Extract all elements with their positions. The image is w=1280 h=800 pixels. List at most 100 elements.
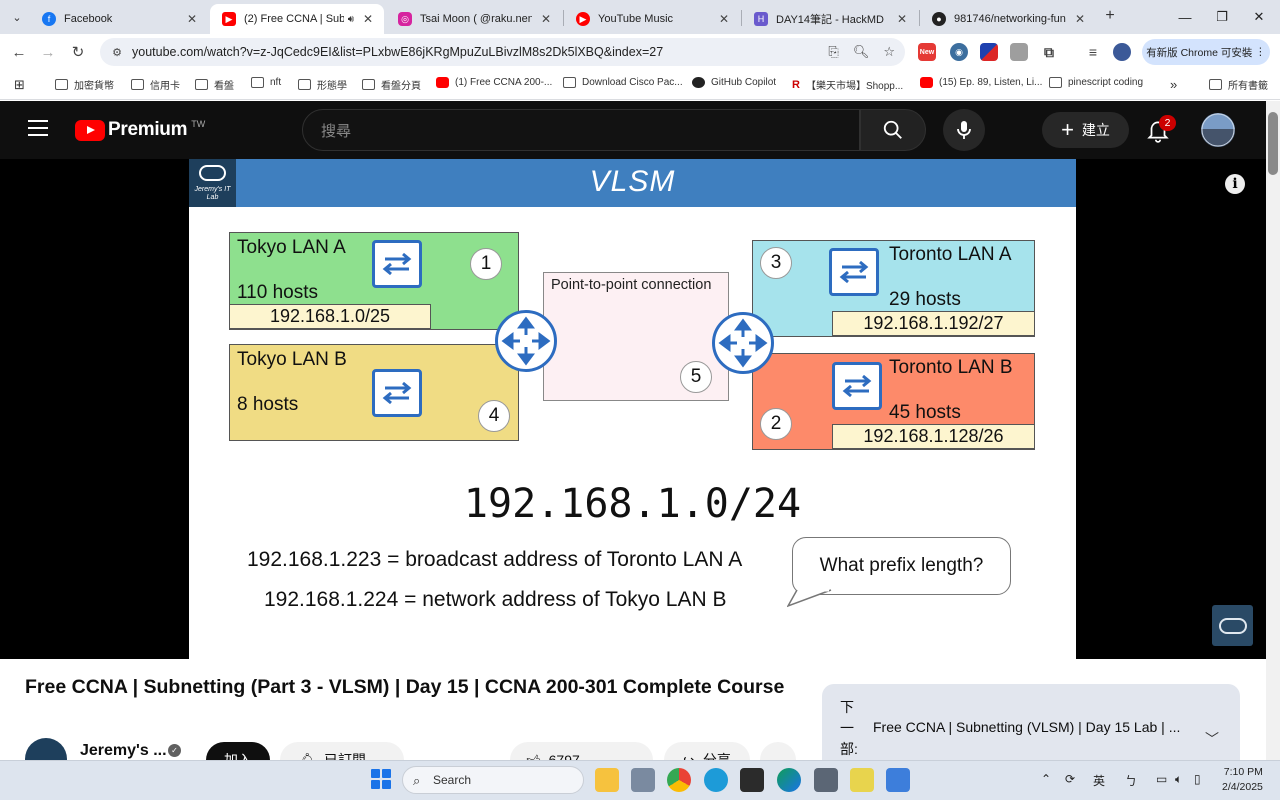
all-bookmarks-button[interactable]: 所有書籤 bbox=[1209, 77, 1268, 92]
youtube-header: Premium TW 搜尋 + 建立 2 bbox=[0, 101, 1266, 159]
tab-search-button[interactable]: ⌄ bbox=[6, 6, 28, 28]
scrollbar-thumb[interactable] bbox=[1268, 112, 1278, 175]
hamburger-menu-icon[interactable] bbox=[28, 120, 48, 136]
close-window-button[interactable]: ✕ bbox=[1240, 0, 1278, 34]
site-info-icon[interactable]: ⚙ bbox=[108, 43, 126, 61]
new-extension-icon[interactable]: New bbox=[918, 43, 936, 61]
bookmark-item[interactable]: 看盤 bbox=[195, 77, 234, 92]
search-button[interactable] bbox=[860, 109, 926, 151]
info-icon[interactable]: i bbox=[1225, 174, 1245, 194]
tab-youtube-music[interactable]: ▶ YouTube Music ✕ bbox=[564, 4, 740, 34]
network-address-line: 192.168.1.224 = network address of Tokyo… bbox=[264, 588, 727, 611]
chevron-down-icon[interactable]: ﹀ bbox=[1205, 729, 1219, 749]
bookmark-item[interactable]: nft bbox=[251, 77, 281, 88]
point-to-point-label: Point-to-point connection bbox=[551, 277, 712, 293]
edge-icon[interactable] bbox=[777, 768, 801, 792]
install-app-icon[interactable]: ⎘ bbox=[828, 44, 838, 60]
bookmark-item[interactable]: 信用卡 bbox=[131, 77, 180, 92]
chrome-icon[interactable] bbox=[667, 768, 691, 792]
page-scrollbar[interactable] bbox=[1266, 101, 1280, 760]
tab-facebook[interactable]: f Facebook ✕ bbox=[30, 4, 208, 34]
minimize-button[interactable]: — bbox=[1166, 0, 1204, 34]
volume-icon[interactable]: 🔈︎ bbox=[1175, 772, 1182, 787]
network-icon[interactable]: ▭ bbox=[1156, 772, 1167, 786]
next-video-title[interactable]: Free CCNA | Subnetting (VLSM) | Day 15 L… bbox=[873, 719, 1180, 735]
bookmark-item[interactable]: (1) Free CCNA 200-... bbox=[436, 77, 552, 88]
bookmark-item[interactable]: 加密貨幣 bbox=[55, 77, 114, 92]
bookmark-item[interactable]: pinescript coding bbox=[1049, 77, 1143, 88]
bookmark-item[interactable]: 看盤分頁 bbox=[362, 77, 421, 92]
router-icon bbox=[712, 312, 774, 374]
bookmark-item[interactable]: R 【樂天市場】Shopp... bbox=[792, 77, 903, 92]
media-control-icon[interactable]: ≡ bbox=[1084, 43, 1102, 61]
tab-instagram[interactable]: ◎ Tsai Moon ( @raku.nene ) ✕ bbox=[386, 4, 562, 34]
close-icon[interactable]: ✕ bbox=[1072, 12, 1088, 26]
sticky-notes-icon[interactable] bbox=[850, 768, 874, 792]
extension-icon[interactable]: ◉ bbox=[950, 43, 968, 61]
voice-search-button[interactable] bbox=[943, 109, 985, 151]
address-bar[interactable]: ⚙ youtube.com/watch?v=z-JqCedc9EI&list=P… bbox=[100, 38, 905, 66]
youtube-icon bbox=[920, 77, 933, 88]
search-label: Search bbox=[433, 773, 472, 787]
toronto-lan-b-hosts: 45 hosts bbox=[889, 402, 961, 423]
image-extension-icon[interactable] bbox=[1010, 43, 1028, 61]
folder-icon bbox=[1049, 77, 1062, 88]
tokyo-lan-a-name: Tokyo LAN A bbox=[237, 237, 346, 258]
flag-extension-icon[interactable] bbox=[980, 43, 998, 61]
close-icon[interactable]: ✕ bbox=[716, 12, 732, 26]
bookmark-item[interactable]: 形態學 bbox=[298, 77, 347, 92]
channel-watermark[interactable] bbox=[1212, 605, 1253, 646]
ime-mode[interactable]: 英 bbox=[1093, 772, 1105, 789]
chevron-up-icon[interactable]: ⌃ bbox=[1041, 772, 1051, 786]
clock-time: 7:10 PM bbox=[1223, 766, 1263, 778]
terminal-icon[interactable] bbox=[740, 768, 764, 792]
toronto-lan-a-hosts: 29 hosts bbox=[889, 289, 961, 310]
search-input[interactable]: 搜尋 bbox=[302, 109, 860, 151]
notification-count-badge: 2 bbox=[1159, 115, 1176, 131]
tab-hackmd[interactable]: H DAY14筆記 - HackMD ✕ bbox=[742, 4, 918, 34]
restore-button[interactable]: ❐ bbox=[1203, 0, 1241, 34]
brand-label: Premium bbox=[108, 119, 188, 140]
bookmark-star-icon[interactable]: ☆ bbox=[883, 44, 895, 60]
reload-button[interactable]: ↻ bbox=[67, 41, 89, 63]
forward-button[interactable]: → bbox=[37, 41, 59, 63]
toronto-lan-b-name: Toronto LAN B bbox=[889, 357, 1013, 378]
toronto-lan-a-name: Toronto LAN A bbox=[889, 244, 1012, 265]
apps-grid-icon[interactable]: ⊞ bbox=[14, 77, 25, 93]
bookmark-label: 看盤 bbox=[214, 81, 234, 92]
channel-name[interactable]: Jeremy's ... bbox=[80, 742, 167, 760]
calculator-icon[interactable] bbox=[814, 768, 838, 792]
tab-title: DAY14筆記 - HackMD bbox=[776, 14, 884, 26]
close-icon[interactable]: ✕ bbox=[894, 12, 910, 26]
speaker-icon[interactable]: 🔊︎ bbox=[348, 14, 354, 25]
user-avatar[interactable] bbox=[1201, 113, 1235, 147]
tab-github[interactable]: ● 981746/networking-funda ✕ bbox=[920, 4, 1096, 34]
create-button[interactable]: + 建立 bbox=[1042, 112, 1129, 148]
windows-start-icon[interactable] bbox=[371, 769, 391, 789]
battery-icon[interactable]: ▯ bbox=[1194, 772, 1201, 786]
tab-free-ccna[interactable]: ▶ (2) Free CCNA | Subnet 🔊︎ ✕ bbox=[210, 4, 384, 34]
file-explorer-icon[interactable] bbox=[595, 768, 619, 792]
system-clock[interactable]: 7:10 PM 2/4/2025 bbox=[1222, 765, 1263, 795]
notepad-icon[interactable] bbox=[886, 768, 910, 792]
bookmarks-overflow-button[interactable]: » bbox=[1170, 77, 1177, 92]
remote-app-icon[interactable] bbox=[704, 768, 728, 792]
browser-toolbar: ← → ↻ ⚙ youtube.com/watch?v=z-JqCedc9EI&… bbox=[0, 34, 1280, 70]
chrome-update-button[interactable]: 有新版 Chrome 可安裝 ⋮ bbox=[1142, 39, 1270, 65]
taskbar-search[interactable]: ⌕ Search bbox=[402, 766, 584, 794]
back-button[interactable]: ← bbox=[8, 41, 30, 63]
ime-switch-icon[interactable]: ㄅ bbox=[1125, 772, 1137, 789]
bookmark-item[interactable]: Download Cisco Pac... bbox=[563, 77, 683, 88]
bookmark-item[interactable]: GitHub Copilot bbox=[692, 77, 776, 88]
puzzle-icon[interactable]: ⧉ bbox=[1040, 43, 1058, 61]
new-tab-button[interactable]: + bbox=[1100, 6, 1120, 26]
zoom-icon[interactable]: 🔍︎ bbox=[853, 44, 870, 60]
sync-icon[interactable]: ⟳ bbox=[1065, 772, 1075, 786]
bookmark-item[interactable]: (15) Ep. 89, Listen, Li... bbox=[920, 77, 1042, 88]
close-icon[interactable]: ✕ bbox=[360, 12, 376, 26]
close-icon[interactable]: ✕ bbox=[538, 12, 554, 26]
app-icon[interactable] bbox=[631, 768, 655, 792]
youtube-premium-logo[interactable]: Premium TW bbox=[75, 119, 205, 141]
close-icon[interactable]: ✕ bbox=[184, 12, 200, 26]
profile-avatar[interactable] bbox=[1113, 43, 1131, 61]
